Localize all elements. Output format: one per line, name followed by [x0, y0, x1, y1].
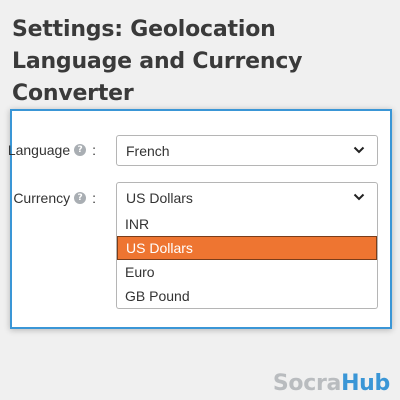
chevron-down-icon [353, 146, 365, 154]
page-title: Settings: Geolocation Language and Curre… [12, 17, 303, 106]
language-label-row: Language ? : [8, 142, 96, 158]
currency-option[interactable]: Euro [117, 260, 377, 284]
language-select-value: French [126, 142, 170, 159]
label-colon: : [92, 190, 96, 206]
settings-panel: Language ? : French Currency ? : US Doll… [8, 109, 392, 329]
chevron-down-icon [353, 193, 365, 201]
help-icon[interactable]: ? [74, 192, 87, 204]
help-icon[interactable]: ? [74, 144, 87, 156]
brand-part2: Hub [341, 371, 390, 396]
currency-option[interactable]: GB Pound [117, 284, 377, 308]
currency-dropdown-list: INR US Dollars Euro GB Pound [116, 212, 378, 309]
currency-label: Currency [13, 190, 71, 206]
currency-select[interactable]: US Dollars [116, 182, 378, 213]
currency-select-value: US Dollars [126, 189, 193, 206]
language-select[interactable]: French [116, 135, 378, 166]
currency-option[interactable]: INR [117, 212, 377, 236]
label-colon: : [92, 142, 96, 158]
currency-label-row: Currency ? : [13, 190, 96, 206]
currency-option-highlighted[interactable]: US Dollars [117, 236, 377, 260]
language-label: Language [7, 142, 71, 158]
brand-part1: Socra [272, 371, 342, 396]
brand-logo: SocraHub [273, 371, 390, 396]
